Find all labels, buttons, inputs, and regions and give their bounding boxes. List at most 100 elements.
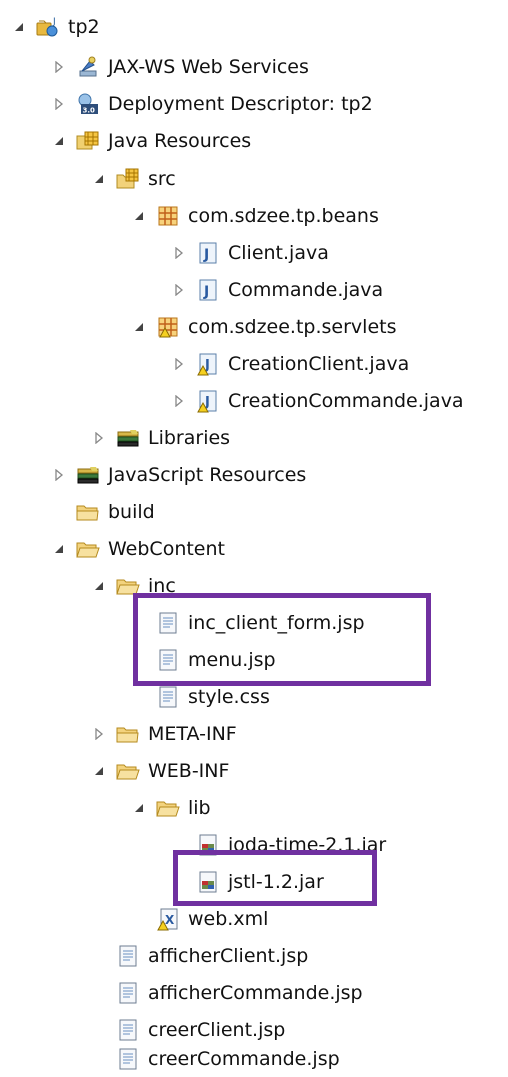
- expand-arrow-icon[interactable]: [172, 246, 186, 260]
- svg-text:X: X: [165, 913, 175, 927]
- package-warning-icon: [156, 315, 180, 339]
- jsp-file-icon: [116, 981, 140, 1005]
- java-resources-icon: [76, 129, 100, 153]
- tree-item-label: com.sdzee.tp.servlets: [188, 315, 397, 338]
- collapse-arrow-icon[interactable]: [52, 542, 66, 556]
- tree-item-label: afficherCommande.jsp: [148, 981, 363, 1004]
- expand-arrow-icon[interactable]: [52, 97, 66, 111]
- expand-arrow-icon[interactable]: [92, 431, 106, 445]
- jsp-file-icon: [116, 1047, 140, 1071]
- tree-item-label: lib: [188, 796, 211, 819]
- tree-item-commande-java[interactable]: J Commande.java: [172, 271, 383, 308]
- expand-arrow-icon[interactable]: [172, 357, 186, 371]
- folder-icon: [116, 722, 140, 746]
- tree-item-affichercommande-jsp[interactable]: afficherCommande.jsp: [92, 974, 363, 1011]
- tree-item-creercommande-jsp[interactable]: creerCommande.jsp: [92, 1040, 340, 1077]
- expand-arrow-icon[interactable]: [52, 468, 66, 482]
- tree-item-label: JavaScript Resources: [108, 463, 307, 486]
- tree-item-label: Libraries: [148, 426, 231, 449]
- libraries-icon: [76, 463, 100, 487]
- svg-text:J: J: [52, 17, 56, 27]
- tree-item-creationcommande-java[interactable]: J CreationCommande.java: [172, 382, 464, 419]
- highlight-box-inc-files: [133, 593, 431, 686]
- tree-item-creationclient-java[interactable]: J CreationClient.java: [172, 345, 409, 382]
- highlight-box-jstl: [173, 850, 377, 906]
- folder-open-icon: [156, 796, 180, 820]
- tree-item-label: JAX-WS Web Services: [108, 55, 309, 78]
- tree-item-package-beans[interactable]: com.sdzee.tp.beans: [132, 197, 379, 234]
- tree-item-webcontent[interactable]: WebContent: [52, 530, 225, 567]
- tree-item-afficherclient-jsp[interactable]: afficherClient.jsp: [92, 937, 308, 974]
- tree-item-javascript-resources[interactable]: JavaScript Resources: [52, 456, 306, 493]
- java-file-icon: J: [196, 241, 220, 265]
- tree-item-label: web.xml: [188, 907, 269, 930]
- tree-item-build[interactable]: build: [52, 493, 155, 530]
- tree-item-label: META-INF: [148, 722, 237, 745]
- source-folder-icon: [116, 167, 140, 191]
- tree-item-label: CreationCommande.java: [228, 389, 464, 412]
- tree-item-label: afficherClient.jsp: [148, 944, 309, 967]
- xml-file-warning-icon: X: [156, 907, 180, 931]
- collapse-arrow-icon[interactable]: [132, 320, 146, 334]
- tree-item-java-resources[interactable]: Java Resources: [52, 122, 251, 159]
- collapse-arrow-icon[interactable]: [92, 764, 106, 778]
- tree-item-src[interactable]: src: [92, 160, 176, 197]
- svg-text:J: J: [203, 284, 209, 300]
- tree-item-label: build: [108, 500, 155, 523]
- tree-item-label: src: [148, 167, 176, 190]
- tree-item-package-servlets[interactable]: com.sdzee.tp.servlets: [132, 308, 396, 345]
- svg-text:3.0: 3.0: [83, 106, 96, 114]
- libraries-icon: [116, 426, 140, 450]
- expand-arrow-icon[interactable]: [172, 283, 186, 297]
- collapse-arrow-icon[interactable]: [92, 579, 106, 593]
- package-icon: [156, 204, 180, 228]
- tree-item-jaxws[interactable]: JAX-WS Web Services: [52, 48, 309, 85]
- tree-item-label: CreationClient.java: [228, 352, 410, 375]
- expand-arrow-icon[interactable]: [172, 394, 186, 408]
- web-project-icon: J: [36, 15, 60, 39]
- tree-item-label: creerCommande.jsp: [148, 1047, 340, 1070]
- tree-item-client-java[interactable]: J Client.java: [172, 234, 329, 271]
- java-file-icon: J: [196, 278, 220, 302]
- tree-item-label: tp2: [68, 15, 100, 38]
- jsp-file-icon: [116, 1018, 140, 1042]
- collapse-arrow-icon[interactable]: [132, 209, 146, 223]
- tree-item-project[interactable]: J tp2: [12, 8, 100, 45]
- collapse-arrow-icon[interactable]: [132, 801, 146, 815]
- tree-item-label: Commande.java: [228, 278, 384, 301]
- tree-item-label: style.css: [188, 685, 270, 708]
- folder-open-icon: [76, 537, 100, 561]
- web-services-icon: [76, 55, 100, 79]
- deployment-descriptor-icon: 3.0: [76, 92, 100, 116]
- svg-text:J: J: [203, 247, 209, 263]
- tree-item-lib[interactable]: lib: [132, 789, 211, 826]
- folder-icon: [76, 500, 100, 524]
- css-file-icon: [156, 685, 180, 709]
- tree-item-label: WEB-INF: [148, 759, 230, 782]
- folder-open-icon: [116, 759, 140, 783]
- tree-item-label: Java Resources: [108, 129, 252, 152]
- collapse-arrow-icon[interactable]: [52, 134, 66, 148]
- collapse-arrow-icon[interactable]: [12, 20, 26, 34]
- tree-item-label: creerClient.jsp: [148, 1018, 286, 1041]
- tree-item-libraries[interactable]: Libraries: [92, 419, 230, 456]
- tree-item-meta-inf[interactable]: META-INF: [92, 715, 237, 752]
- expand-arrow-icon[interactable]: [92, 727, 106, 741]
- tree-item-label: Client.java: [228, 241, 329, 264]
- tree-item-label: com.sdzee.tp.beans: [188, 204, 379, 227]
- tree-item-deployment-descriptor[interactable]: 3.0 Deployment Descriptor: tp2: [52, 85, 373, 122]
- java-file-warning-icon: J: [196, 389, 220, 413]
- jsp-file-icon: [116, 944, 140, 968]
- collapse-arrow-icon[interactable]: [92, 172, 106, 186]
- tree-item-web-inf[interactable]: WEB-INF: [92, 752, 229, 789]
- tree-item-label: Deployment Descriptor: tp2: [108, 92, 373, 115]
- java-file-warning-icon: J: [196, 352, 220, 376]
- expand-arrow-icon[interactable]: [52, 60, 66, 74]
